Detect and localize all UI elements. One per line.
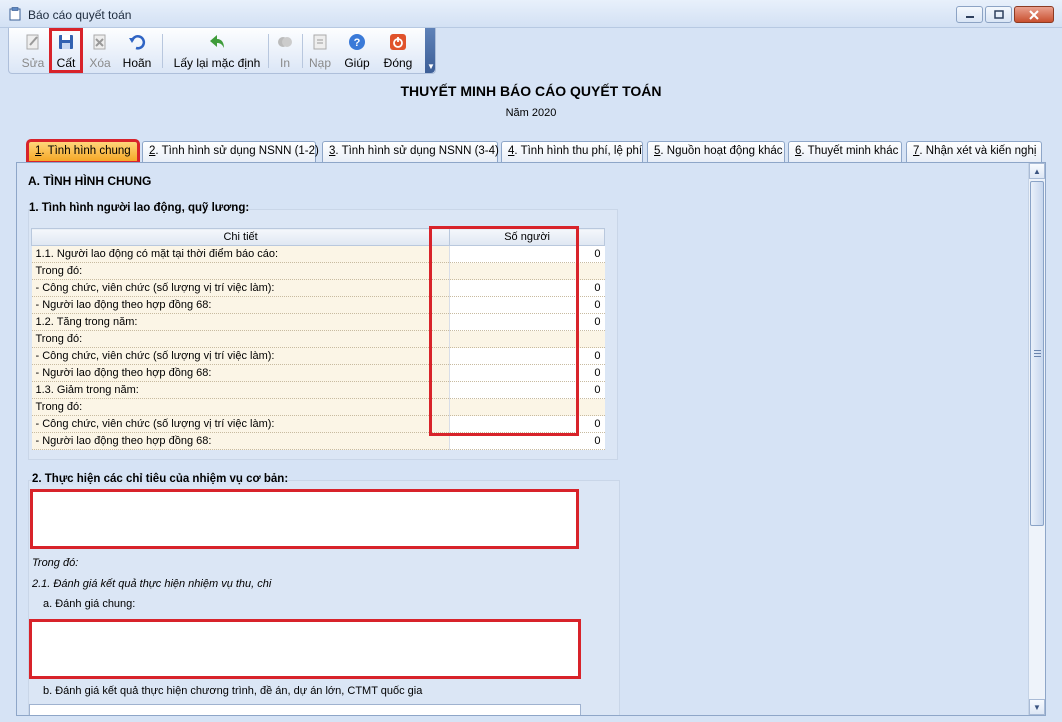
row-count-cell[interactable]: 0: [449, 313, 605, 331]
section-a-title: A. TÌNH HÌNH CHUNG: [28, 174, 152, 188]
table-row: - Người lao động theo hợp đồng 68: 0: [31, 364, 605, 382]
row-label: - Người lao động theo hợp đồng 68:: [31, 432, 450, 450]
scroll-down-icon[interactable]: ▼: [1029, 699, 1045, 715]
help-icon: ?: [347, 32, 367, 52]
column-header-count: Số người: [449, 228, 605, 246]
row-label: Trong đó:: [31, 398, 450, 416]
delete-icon: [90, 32, 110, 52]
minimize-button[interactable]: [956, 6, 983, 23]
table-row: - Người lao động theo hợp đồng 68: 0: [31, 432, 605, 450]
labor-table: Chi tiết Số người 1.1. Người lao động có…: [30, 228, 605, 450]
close-form-icon: [388, 32, 408, 52]
edit-button[interactable]: Sửa: [17, 30, 49, 71]
table-row: - Người lao động theo hợp đồng 68: 0: [31, 296, 605, 314]
row-count-cell: [449, 398, 605, 416]
tab-fees[interactable]: 4. Tình hình thu phí, lệ phí: [501, 141, 643, 162]
toolbar-overflow-button[interactable]: ▼: [425, 28, 435, 73]
row-label: 1.2. Tăng trong năm:: [31, 313, 450, 331]
column-header-detail: Chi tiết: [30, 228, 451, 246]
table-row: - Công chức, viên chức (số lượng vị trí …: [31, 279, 605, 297]
undo-icon: [127, 32, 147, 52]
table-row: - Công chức, viên chức (số lượng vị trí …: [31, 415, 605, 433]
app-icon: [9, 7, 21, 21]
reset-default-icon: [207, 32, 227, 52]
table-row: 1.2. Tăng trong năm: 0: [31, 313, 605, 331]
tab-general[interactable]: 1. Tình hình chung: [26, 139, 140, 164]
report-year: Năm 2020: [505, 107, 557, 119]
tab-other-sources[interactable]: 5. Nguồn hoạt động khác: [647, 141, 785, 162]
undo-button[interactable]: Hoãn: [119, 30, 155, 71]
edit-icon: [23, 32, 43, 52]
maximize-icon: [993, 10, 1004, 19]
subsection-2-1-label: 2.1. Đánh giá kết quả thực hiện nhiệm vụ…: [32, 578, 272, 590]
svg-text:?: ?: [354, 37, 361, 49]
row-count-cell[interactable]: 0: [449, 381, 605, 399]
table-row: 1.1. Người lao động có mặt tại thời điểm…: [31, 245, 605, 263]
labor-table-box: Chi tiết Số người 1.1. Người lao động có…: [28, 209, 618, 460]
toolbar: Sửa Cất Xóa Hoãn Lấy lại mặc định In Nạp…: [8, 28, 436, 74]
general-assessment-textarea[interactable]: [29, 619, 581, 679]
table-row: Trong đó:: [31, 330, 605, 348]
save-button[interactable]: Cất: [49, 28, 83, 73]
load-icon: [310, 32, 330, 52]
tab-strip: 1. Tình hình chung 2. Tình hình sử dụng …: [16, 139, 1046, 164]
row-count-cell[interactable]: 0: [449, 279, 605, 297]
tab-nsnn-3-4[interactable]: 3. Tình hình sử dụng NSNN (3-4): [322, 141, 499, 162]
print-icon: [275, 32, 295, 52]
tab-comments[interactable]: 7. Nhận xét và kiến nghị: [906, 141, 1042, 162]
page-title: THUYẾT MINH BÁO CÁO QUYẾT TOÁN: [400, 83, 662, 99]
subsection-2-title: 2. Thực hiện các chỉ tiêu của nhiệm vụ c…: [32, 473, 289, 485]
row-count-cell: [449, 330, 605, 348]
table-row: Trong đó:: [31, 262, 605, 280]
row-label: - Công chức, viên chức (số lượng vị trí …: [31, 279, 450, 297]
maximize-button[interactable]: [985, 6, 1012, 23]
row-label: 1.3. Giảm trong năm:: [31, 381, 450, 399]
close-window-button[interactable]: [1014, 6, 1054, 23]
toolbar-separator: [268, 34, 269, 68]
basic-tasks-textarea[interactable]: [30, 489, 579, 549]
window-title: Báo cáo quyết toán: [28, 8, 132, 22]
row-count-cell[interactable]: 0: [449, 296, 605, 314]
vertical-scrollbar[interactable]: ▲ ▼: [1028, 163, 1045, 715]
scrollbar-thumb[interactable]: [1030, 181, 1044, 526]
print-button[interactable]: In: [273, 30, 297, 71]
row-count-cell[interactable]: 0: [449, 432, 605, 450]
row-label: - Người lao động theo hợp đồng 68:: [31, 296, 450, 314]
row-label: 1.1. Người lao động có mặt tại thời điểm…: [31, 245, 450, 263]
row-label: Trong đó:: [31, 262, 450, 280]
help-button[interactable]: ? Giúp: [341, 30, 373, 71]
row-label: - Người lao động theo hợp đồng 68:: [31, 364, 450, 382]
toolbar-separator: [162, 34, 163, 68]
row-label: Trong đó:: [31, 330, 450, 348]
table-row: 1.3. Giảm trong năm: 0: [31, 381, 605, 399]
window-titlebar: Báo cáo quyết toán: [0, 0, 1062, 28]
toolbar-separator: [302, 34, 303, 68]
close-icon: [1029, 9, 1039, 20]
delete-button[interactable]: Xóa: [85, 30, 115, 71]
close-form-button[interactable]: Đóng: [381, 30, 415, 71]
table-row: Trong đó:: [31, 398, 605, 416]
reset-default-button[interactable]: Lấy lại mặc định: [169, 30, 265, 71]
row-count-cell: [449, 262, 605, 280]
program-assessment-textarea[interactable]: [29, 704, 581, 715]
save-icon: [56, 32, 76, 52]
row-count-cell[interactable]: 0: [449, 245, 605, 263]
general-assessment-label: a. Đánh giá chung:: [43, 598, 136, 610]
row-count-cell[interactable]: 0: [449, 415, 605, 433]
row-label: - Công chức, viên chức (số lượng vị trí …: [31, 415, 450, 433]
subsection-1-title: 1. Tình hình người lao động, quỹ lương:: [29, 202, 250, 214]
row-count-cell[interactable]: 0: [449, 364, 605, 382]
scroll-up-icon[interactable]: ▲: [1029, 163, 1045, 179]
table-row: - Công chức, viên chức (số lượng vị trí …: [31, 347, 605, 365]
minimize-icon: [965, 15, 974, 18]
program-assessment-label: b. Đánh giá kết quả thực hiện chương trì…: [43, 685, 423, 697]
chevron-down-icon: ▼: [427, 62, 435, 71]
tab-content-panel: A. TÌNH HÌNH CHUNG Chi tiết Số người 1.1…: [16, 162, 1046, 716]
row-label: - Công chức, viên chức (số lượng vị trí …: [31, 347, 450, 365]
row-count-cell[interactable]: 0: [449, 347, 605, 365]
load-button[interactable]: Nạp: [306, 30, 334, 71]
trong-do-label: Trong đó:: [32, 557, 79, 569]
tab-nsnn-1-2[interactable]: 2. Tình hình sử dụng NSNN (1-2): [142, 141, 319, 162]
tab-other-notes[interactable]: 6. Thuyết minh khác: [788, 141, 902, 162]
